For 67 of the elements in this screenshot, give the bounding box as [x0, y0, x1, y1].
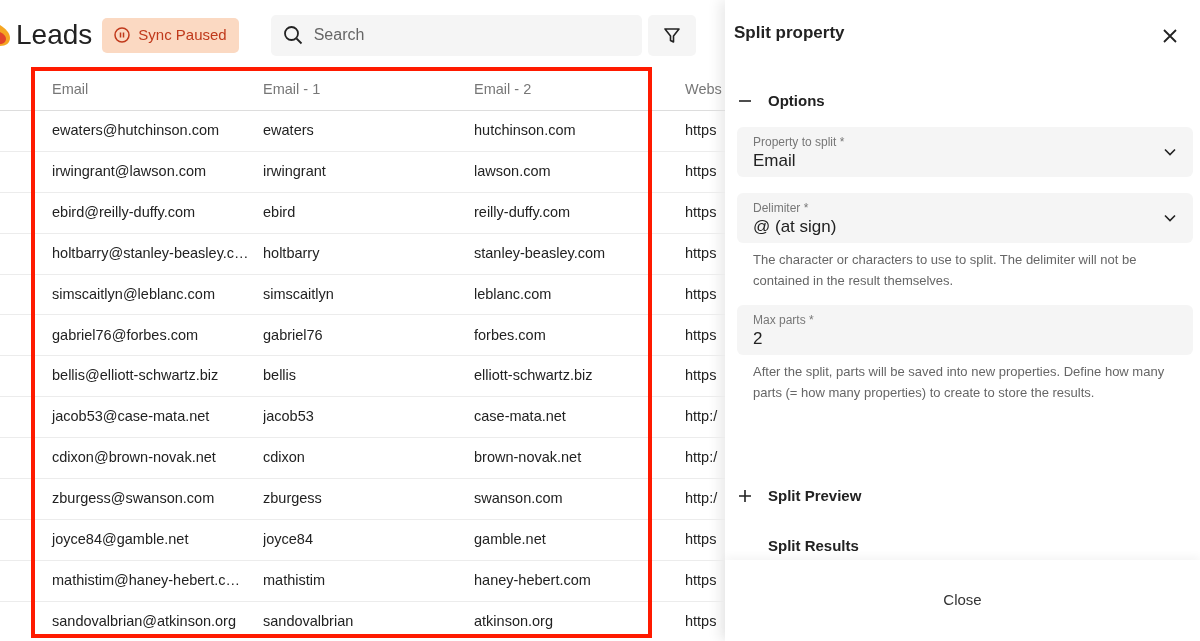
table-cell: swanson.com: [474, 479, 685, 520]
table-cell: forbes.com: [474, 315, 685, 357]
filter-button[interactable]: [647, 14, 696, 56]
table-cell: leblanc.com: [474, 274, 685, 316]
table-cell: gabriel76: [263, 315, 474, 357]
select-field[interactable]: Property to split * Email: [737, 127, 1193, 177]
page-title: Leads: [16, 21, 93, 49]
number-field[interactable]: Max parts * 2: [737, 305, 1193, 355]
table-cell: holtbarry: [263, 233, 474, 275]
table-cell: hutchinson.com: [474, 111, 685, 152]
table-cell: holtbarry@stanley-beasley.c…: [0, 233, 263, 275]
search-icon: [282, 24, 303, 45]
table-cell: cdixon: [263, 438, 474, 479]
table-cell: brown-novak.net: [474, 438, 685, 479]
field-label: Property to split *: [753, 133, 845, 151]
table-cell: joyce84@gamble.net: [0, 519, 263, 561]
table-cell: simscaitlyn@leblanc.com: [0, 274, 263, 316]
field-value: Email: [753, 150, 797, 172]
help-text: The character or characters to use to split. The delimiter will not be contained in the result themselves.: [752, 251, 1138, 290]
table-cell: ewaters: [263, 111, 474, 152]
table-cell: zburgess: [263, 479, 474, 520]
table-cell: ewaters@hutchinson.com: [0, 111, 263, 152]
field-label: Max parts *: [753, 311, 814, 329]
filter-icon: [662, 26, 681, 45]
table-cell: gamble.net: [474, 519, 685, 561]
field-value: @ (at sign): [753, 216, 837, 238]
table-cell: stanley-beasley.com: [474, 233, 685, 275]
table-cell: ebird@reilly-duffy.com: [0, 192, 263, 234]
column-header[interactable]: Email - 1: [263, 70, 474, 111]
table-cell: reilly-duffy.com: [474, 192, 685, 234]
table-cell: cdixon@brown-novak.net: [0, 438, 263, 479]
table-cell: ebird: [263, 192, 474, 234]
select-field[interactable]: Delimiter * @ (at sign): [737, 193, 1193, 243]
plus-icon[interactable]: [738, 489, 752, 503]
section-header[interactable]: Split Preview: [768, 484, 862, 508]
table-cell: sandovalbrian@atkinson.org: [0, 601, 263, 641]
close-button[interactable]: Close: [937, 588, 988, 613]
table-cell: bellis: [263, 356, 474, 398]
table-cell: sandovalbrian: [263, 601, 474, 641]
table-cell: mathistim: [263, 560, 474, 602]
table-cell: lawson.com: [474, 151, 685, 193]
table-cell: bellis@elliott-schwartz.biz: [0, 356, 263, 398]
table-cell: jacob53@case-mata.net: [0, 397, 263, 439]
section-header[interactable]: Split Results: [768, 534, 859, 558]
help-text: After the split, parts will be saved into new properties. Define how many parts (= how many properties) to create to store the results.: [752, 363, 1166, 402]
table-cell: haney-hebert.com: [474, 560, 685, 602]
logo-icon: [0, 23, 10, 47]
field-label: Delimiter *: [753, 199, 810, 217]
table-cell: joyce84: [263, 519, 474, 561]
table-cell: gabriel76@forbes.com: [0, 315, 263, 357]
table-cell: jacob53: [263, 397, 474, 439]
table-cell: irwingrant@lawson.com: [0, 151, 263, 193]
table-cell: mathistim@haney-hebert.c…: [0, 560, 263, 602]
table-cell: case-mata.net: [474, 397, 685, 439]
table-cell: atkinson.org: [474, 601, 685, 641]
drawer-title: Split property: [734, 22, 845, 45]
section-header[interactable]: Options: [768, 89, 825, 113]
table-cell: simscaitlyn: [263, 274, 474, 316]
table-cell: irwingrant: [263, 151, 474, 193]
field-value: 2: [753, 328, 764, 350]
sync-status-button[interactable]: Sync Paused: [102, 17, 239, 53]
table-cell: zburgess@swanson.com: [0, 479, 263, 520]
table-cell: elliott-schwartz.biz: [474, 356, 685, 398]
column-header[interactable]: Email: [0, 70, 263, 111]
search-field[interactable]: Search: [270, 14, 642, 56]
pause-icon: [114, 27, 131, 43]
column-header[interactable]: Email - 2: [474, 70, 685, 111]
